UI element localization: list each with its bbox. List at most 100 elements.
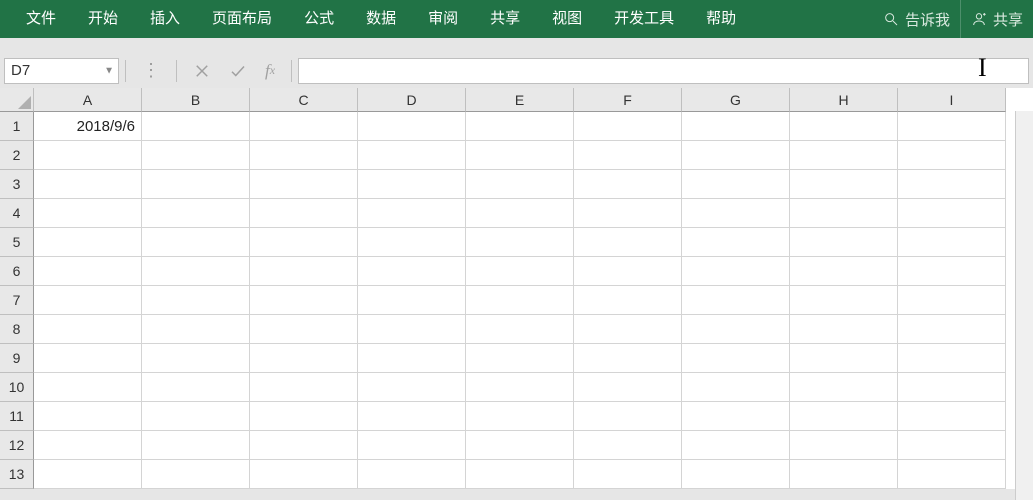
row-header-5[interactable]: 5 <box>0 228 34 257</box>
cell-A9[interactable] <box>34 344 142 373</box>
cell-D5[interactable] <box>358 228 466 257</box>
col-header-B[interactable]: B <box>142 88 250 112</box>
cell-C5[interactable] <box>250 228 358 257</box>
cell-A8[interactable] <box>34 315 142 344</box>
cell-E5[interactable] <box>466 228 574 257</box>
cell-D13[interactable] <box>358 460 466 489</box>
col-header-A[interactable]: A <box>34 88 142 112</box>
cell-F10[interactable] <box>574 373 682 402</box>
cell-H8[interactable] <box>790 315 898 344</box>
cell-C11[interactable] <box>250 402 358 431</box>
ribbon-tab-data[interactable]: 数据 <box>350 0 412 38</box>
cell-C6[interactable] <box>250 257 358 286</box>
row-header-11[interactable]: 11 <box>0 402 34 431</box>
cell-I3[interactable] <box>898 170 1006 199</box>
name-box[interactable]: D7 ▼ <box>4 58 119 84</box>
ribbon-tab-formulas[interactable]: 公式 <box>288 0 350 38</box>
cell-G6[interactable] <box>682 257 790 286</box>
cell-A11[interactable] <box>34 402 142 431</box>
cell-D11[interactable] <box>358 402 466 431</box>
col-header-G[interactable]: G <box>682 88 790 112</box>
cell-D10[interactable] <box>358 373 466 402</box>
row-header-3[interactable]: 3 <box>0 170 34 199</box>
cell-G7[interactable] <box>682 286 790 315</box>
cell-F5[interactable] <box>574 228 682 257</box>
ribbon-tab-review[interactable]: 审阅 <box>412 0 474 38</box>
row-header-8[interactable]: 8 <box>0 315 34 344</box>
col-header-F[interactable]: F <box>574 88 682 112</box>
vertical-scrollbar[interactable] <box>1015 111 1033 500</box>
col-header-E[interactable]: E <box>466 88 574 112</box>
cell-I4[interactable] <box>898 199 1006 228</box>
row-header-6[interactable]: 6 <box>0 257 34 286</box>
cell-D2[interactable] <box>358 141 466 170</box>
cell-A10[interactable] <box>34 373 142 402</box>
cell-F11[interactable] <box>574 402 682 431</box>
insert-function-button[interactable]: fx <box>265 61 275 81</box>
cell-B4[interactable] <box>142 199 250 228</box>
ribbon-tab-insert[interactable]: 插入 <box>134 0 196 38</box>
cell-B1[interactable] <box>142 112 250 141</box>
row-header-1[interactable]: 1 <box>0 112 34 141</box>
cell-F8[interactable] <box>574 315 682 344</box>
ribbon-tab-share[interactable]: 共享 <box>474 0 536 38</box>
cell-H5[interactable] <box>790 228 898 257</box>
cell-H1[interactable] <box>790 112 898 141</box>
cell-A2[interactable] <box>34 141 142 170</box>
cell-E11[interactable] <box>466 402 574 431</box>
cell-D3[interactable] <box>358 170 466 199</box>
cell-C3[interactable] <box>250 170 358 199</box>
cell-G5[interactable] <box>682 228 790 257</box>
enter-formula-button[interactable] <box>229 62 247 80</box>
row-header-12[interactable]: 12 <box>0 431 34 460</box>
cell-G10[interactable] <box>682 373 790 402</box>
col-header-H[interactable]: H <box>790 88 898 112</box>
cell-B2[interactable] <box>142 141 250 170</box>
cell-H12[interactable] <box>790 431 898 460</box>
cell-F9[interactable] <box>574 344 682 373</box>
cell-B10[interactable] <box>142 373 250 402</box>
cell-B13[interactable] <box>142 460 250 489</box>
cell-G1[interactable] <box>682 112 790 141</box>
cell-B7[interactable] <box>142 286 250 315</box>
cell-I13[interactable] <box>898 460 1006 489</box>
cancel-formula-button[interactable] <box>193 62 211 80</box>
cell-A4[interactable] <box>34 199 142 228</box>
cell-E2[interactable] <box>466 141 574 170</box>
cell-D1[interactable] <box>358 112 466 141</box>
cell-G3[interactable] <box>682 170 790 199</box>
cell-C13[interactable] <box>250 460 358 489</box>
cell-I8[interactable] <box>898 315 1006 344</box>
col-header-C[interactable]: C <box>250 88 358 112</box>
col-header-I[interactable]: I <box>898 88 1006 112</box>
cell-H9[interactable] <box>790 344 898 373</box>
cell-I2[interactable] <box>898 141 1006 170</box>
cell-B3[interactable] <box>142 170 250 199</box>
cell-E6[interactable] <box>466 257 574 286</box>
cell-I9[interactable] <box>898 344 1006 373</box>
cell-I6[interactable] <box>898 257 1006 286</box>
cell-H3[interactable] <box>790 170 898 199</box>
cell-D4[interactable] <box>358 199 466 228</box>
tell-me-search[interactable]: 告诉我 <box>873 0 960 38</box>
cell-F4[interactable] <box>574 199 682 228</box>
cell-E9[interactable] <box>466 344 574 373</box>
cell-H6[interactable] <box>790 257 898 286</box>
cell-I12[interactable] <box>898 431 1006 460</box>
cell-H4[interactable] <box>790 199 898 228</box>
share-button[interactable]: 共享 <box>960 0 1033 38</box>
cell-I11[interactable] <box>898 402 1006 431</box>
cell-C4[interactable] <box>250 199 358 228</box>
cell-H13[interactable] <box>790 460 898 489</box>
cell-F12[interactable] <box>574 431 682 460</box>
cell-I1[interactable] <box>898 112 1006 141</box>
cell-F6[interactable] <box>574 257 682 286</box>
cell-D9[interactable] <box>358 344 466 373</box>
cell-G4[interactable] <box>682 199 790 228</box>
select-all-corner[interactable] <box>0 88 34 112</box>
cell-A12[interactable] <box>34 431 142 460</box>
cell-C12[interactable] <box>250 431 358 460</box>
cell-F7[interactable] <box>574 286 682 315</box>
cell-C1[interactable] <box>250 112 358 141</box>
ribbon-tab-pagelayout[interactable]: 页面布局 <box>196 0 288 38</box>
